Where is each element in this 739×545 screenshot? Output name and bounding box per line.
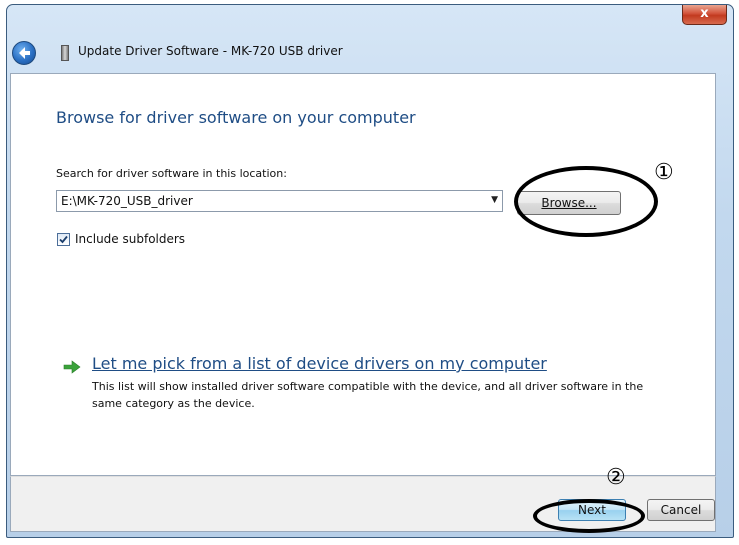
cancel-button[interactable]: Cancel bbox=[647, 499, 715, 521]
browse-callout-circle bbox=[514, 166, 658, 237]
page-heading: Browse for driver software on your compu… bbox=[56, 108, 416, 127]
include-subfolders-checkbox[interactable] bbox=[57, 233, 70, 246]
back-arrow-icon bbox=[19, 47, 30, 59]
checkmark-icon bbox=[59, 235, 68, 244]
window-title: Update Driver Software - MK-720 USB driv… bbox=[78, 44, 343, 58]
path-input[interactable]: E:\MK-720_USB_driver bbox=[61, 194, 193, 208]
next-callout-circle bbox=[533, 499, 645, 533]
dropdown-arrow-icon[interactable]: ▼ bbox=[491, 195, 498, 205]
pick-from-list-description: This list will show installed driver sof… bbox=[92, 380, 644, 410]
search-location-label: Search for driver software in this locat… bbox=[56, 167, 287, 180]
back-button[interactable] bbox=[12, 41, 36, 65]
step-marker-1: ① bbox=[654, 160, 674, 185]
content-panel: Browse for driver software on your compu… bbox=[10, 73, 716, 476]
include-subfolders-label[interactable]: Include subfolders bbox=[75, 232, 185, 246]
green-arrow-icon bbox=[63, 360, 81, 374]
pick-from-list-link[interactable]: Let me pick from a list of device driver… bbox=[92, 354, 547, 373]
pick-from-list-link-text[interactable]: Let me pick from a list of device driver… bbox=[92, 354, 547, 373]
title-bar: Update Driver Software - MK-720 USB driv… bbox=[0, 38, 739, 68]
usb-device-icon bbox=[61, 45, 69, 61]
close-button[interactable]: x bbox=[682, 5, 727, 25]
path-combobox[interactable]: E:\MK-720_USB_driver ▼ bbox=[56, 190, 503, 212]
step-marker-2: ② bbox=[606, 465, 626, 490]
